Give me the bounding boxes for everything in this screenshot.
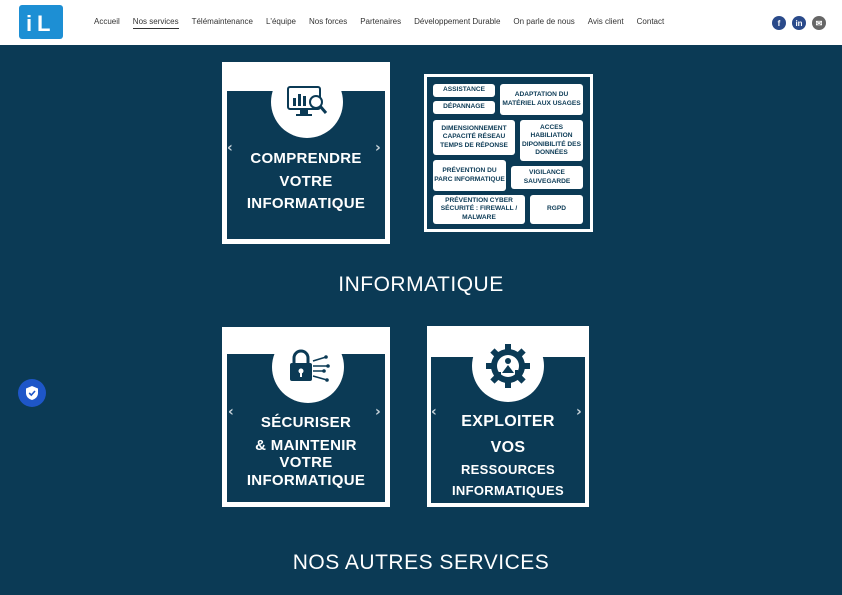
monitor-chart-icon	[271, 66, 343, 138]
nav-item-nos-forces[interactable]: Nos forces	[309, 17, 347, 29]
card-exploiter-line2: VOS	[490, 438, 526, 456]
card-comprendre[interactable]: ‹ › COMPRENDRE VOTRE INFORMATIQUE	[222, 62, 390, 244]
card-securiser-line1: SÉCURISER	[260, 414, 352, 431]
nav-item-partenaires[interactable]: Partenaires	[360, 17, 401, 29]
services-tiles-panel: ASSISTANCE ADAPTATION DU MATÉRIEL AUX US…	[427, 77, 590, 229]
nav-item-developpement-durable[interactable]: Développement Durable	[414, 17, 500, 29]
logo-letter-l: L	[37, 11, 51, 36]
site-header: i L Accueil Nos services Télémaintenance…	[0, 0, 842, 45]
tile-vigilance: VIGILANCE SAUVEGARDE	[511, 166, 583, 189]
services-tiles-card[interactable]: ASSISTANCE ADAPTATION DU MATÉRIEL AUX US…	[424, 74, 593, 232]
tile-adaptation: ADAPTATION DU MATÉRIEL AUX USAGES	[500, 84, 583, 115]
card-securiser-line3: VOTRE	[279, 454, 333, 472]
main-nav: Accueil Nos services Télémaintenance L'é…	[94, 17, 677, 29]
nav-item-telemaintenance[interactable]: Télémaintenance	[192, 17, 253, 29]
site-logo[interactable]: i L	[19, 5, 63, 39]
nav-item-avis-client[interactable]: Avis client	[588, 17, 624, 29]
card-exploiter-title: EXPLOITER VOS RESSOURCES INFORMATIQUES	[427, 409, 589, 502]
nav-item-nos-services[interactable]: Nos services	[132, 17, 179, 29]
nav-item-accueil[interactable]: Accueil	[94, 17, 120, 29]
tile-prevention-cyber: PRÉVENTION CYBER SÉCURITÉ : FIREWALL / M…	[433, 195, 525, 224]
email-icon[interactable]: ✉	[812, 16, 826, 30]
card-exploiter[interactable]: ‹ › EXPLOITER VOS RESSOURCES INFORMATIQU…	[427, 326, 589, 507]
card-securiser-line4: INFORMATIQUE	[246, 472, 366, 490]
tile-assistance: ASSISTANCE	[433, 84, 495, 97]
gear-worker-icon	[472, 330, 544, 402]
facebook-icon[interactable]: f	[772, 16, 786, 30]
tile-rgpd: RGPD	[530, 195, 583, 224]
nav-item-equipe[interactable]: L'équipe	[266, 17, 296, 29]
card-comprendre-line2: VOTRE	[279, 172, 333, 190]
card-comprendre-line3: INFORMATIQUE	[246, 195, 366, 212]
tile-acces: ACCES HABILIATION DIPONIBILITÉ DES DONNÉ…	[520, 120, 583, 161]
card-exploiter-line3: RESSOURCES	[460, 462, 556, 478]
shield-check-icon[interactable]	[18, 379, 46, 407]
card-comprendre-title: COMPRENDRE VOTRE INFORMATIQUE	[222, 148, 390, 216]
padlock-circuit-icon	[272, 331, 344, 403]
card-securiser[interactable]: ‹ › SÉCURISER & MAINTENIR VOTRE INFORMAT…	[222, 327, 390, 507]
card-securiser-line2: & MAINTENIR	[255, 436, 357, 454]
tile-depannage: DÉPANNAGE	[433, 101, 495, 114]
nav-item-contact[interactable]: Contact	[637, 17, 665, 29]
linkedin-icon[interactable]: in	[792, 16, 806, 30]
section-title-informatique: INFORMATIQUE	[338, 273, 504, 296]
card-exploiter-line1: EXPLOITER	[461, 413, 555, 430]
card-exploiter-line4: INFORMATIQUES	[452, 482, 564, 498]
section-title-autres-services: NOS AUTRES SERVICES	[292, 551, 550, 574]
tile-dimensionnement: DIMENSIONNEMENT CAPACITÉ RÉSEAU TEMPS DE…	[433, 120, 515, 155]
card-comprendre-line1: COMPRENDRE	[250, 150, 362, 167]
logo-letter-i: i	[26, 11, 33, 36]
card-securiser-title: SÉCURISER & MAINTENIR VOTRE INFORMATIQUE	[222, 414, 390, 490]
tile-prevention-parc: PRÉVENTION DU PARC INFORMATIQUE	[433, 160, 506, 191]
nav-item-on-parle-de-nous[interactable]: On parle de nous	[513, 17, 574, 29]
